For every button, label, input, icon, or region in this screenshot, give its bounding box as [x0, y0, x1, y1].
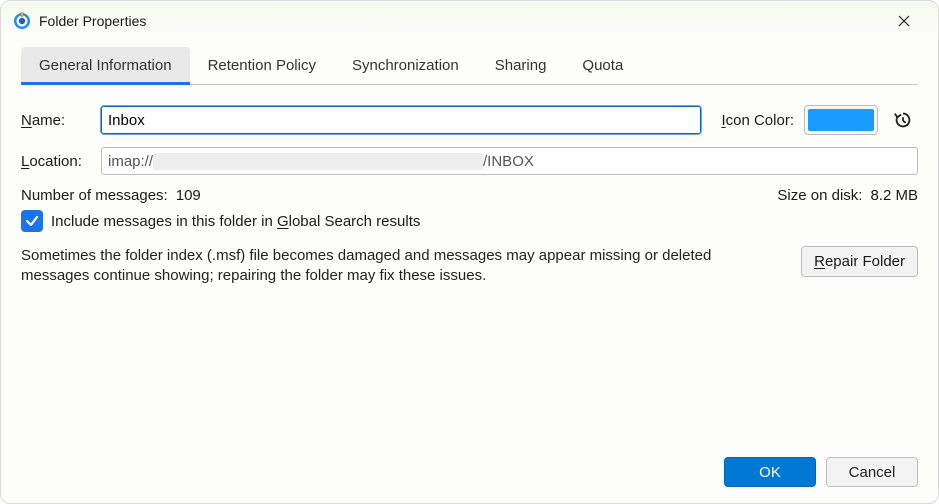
tab-sharing[interactable]: Sharing — [477, 47, 565, 84]
location-label: Location: — [21, 153, 91, 170]
folder-properties-dialog: Folder Properties General Information Re… — [0, 0, 939, 504]
repair-folder-button[interactable]: Repair Folder — [801, 246, 918, 277]
location-field: imap://xxxxxxxxxxxxxxxxxxxxxx/INBOX — [101, 147, 918, 175]
titlebar: Folder Properties — [1, 1, 938, 41]
tab-bar: General Information Retention Policy Syn… — [21, 47, 918, 85]
include-global-search-label: Include messages in this folder in Globa… — [51, 213, 420, 230]
reset-color-button[interactable] — [888, 105, 918, 135]
tab-general-information[interactable]: General Information — [21, 47, 190, 84]
general-information-panel: Name: Icon Color: Location: — [21, 85, 918, 445]
app-icon — [13, 12, 31, 30]
include-global-search-checkbox[interactable] — [21, 210, 43, 232]
dialog-footer: OK Cancel — [1, 445, 938, 503]
size-on-disk-value: 8.2 MB — [870, 187, 918, 204]
size-on-disk-label: Size on disk: — [777, 187, 862, 204]
history-icon — [892, 109, 914, 131]
num-messages-value: 109 — [176, 187, 201, 204]
tab-synchronization[interactable]: Synchronization — [334, 47, 477, 84]
tab-retention-policy[interactable]: Retention Policy — [190, 47, 334, 84]
icon-color-swatch — [808, 109, 874, 131]
icon-color-picker[interactable] — [804, 105, 878, 135]
tab-quota[interactable]: Quota — [564, 47, 641, 84]
location-redacted: xxxxxxxxxxxxxxxxxxxxxx — [153, 153, 483, 170]
cancel-button[interactable]: Cancel — [826, 457, 918, 487]
name-label: Name: — [21, 112, 91, 129]
repair-description: Sometimes the folder index (.msf) file b… — [21, 246, 781, 287]
icon-color-label: Icon Color: — [721, 112, 794, 129]
check-icon — [25, 214, 39, 228]
close-button[interactable] — [882, 5, 926, 37]
ok-button[interactable]: OK — [724, 457, 816, 487]
name-input[interactable] — [101, 106, 701, 134]
num-messages-label: Number of messages: — [21, 187, 168, 204]
window-title: Folder Properties — [39, 13, 882, 29]
